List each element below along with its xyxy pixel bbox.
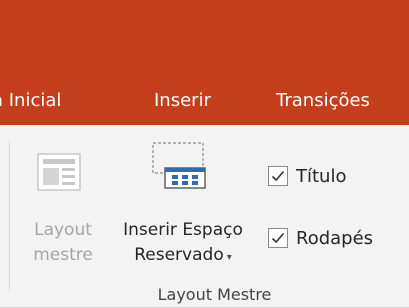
footers-checkbox-label: Rodapés [296, 227, 374, 249]
tab-transitions[interactable]: Transições [276, 69, 370, 125]
dropdown-caret-icon: ▾ [226, 252, 232, 263]
slide-layout-icon [37, 153, 81, 191]
title-checkbox-row[interactable]: Título [268, 163, 346, 189]
insert-placeholder-icon [152, 142, 206, 189]
checkmark-icon [271, 170, 285, 182]
checkmark-icon [271, 232, 285, 244]
layout-button-label-line1: Layout [34, 220, 92, 240]
ribbon-panel: Layout mestre Inserir Espaço Reservado▾ [0, 125, 409, 308]
title-checkbox-label: Título [296, 165, 347, 187]
title-bar [0, 0, 409, 69]
ribbon-tab-bar: a Inicial Inserir Transições [0, 69, 409, 125]
title-checkbox[interactable] [268, 166, 288, 186]
layout-button-label-line2: mestre [33, 245, 93, 265]
group-separator [9, 141, 10, 291]
insert-placeholder-label-line1: Inserir Espaço [123, 220, 243, 240]
footers-checkbox[interactable] [268, 228, 288, 248]
tab-insert[interactable]: Inserir [154, 69, 211, 125]
group-label: Layout Mestre [157, 285, 272, 304]
insert-placeholder-label-text: Reservado [134, 245, 224, 265]
tab-home[interactable]: a Inicial [0, 69, 61, 125]
insert-placeholder-label-line2: Reservado ▾ [112, 243, 254, 270]
footers-checkbox-row[interactable]: Rodapés [268, 225, 373, 251]
